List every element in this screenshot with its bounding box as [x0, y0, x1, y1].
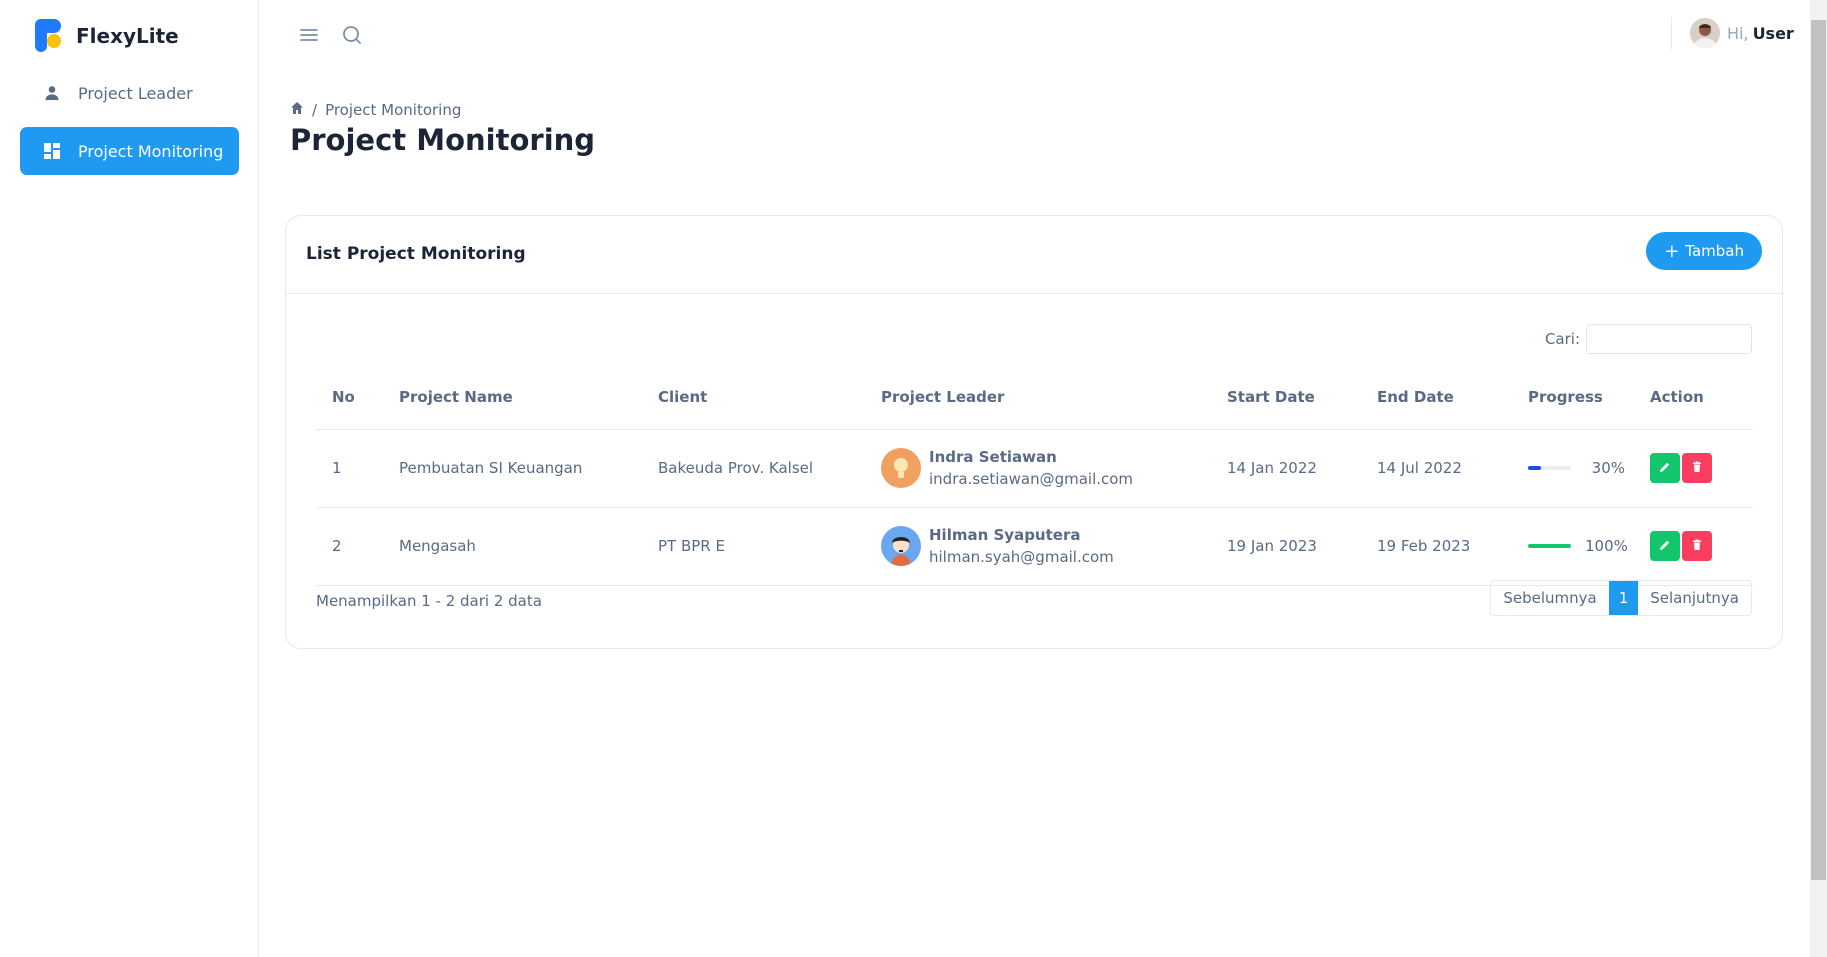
breadcrumb-current: Project Monitoring — [325, 101, 462, 119]
cell-progress: 30% — [1512, 429, 1634, 508]
column-header-project-name[interactable]: Project Name — [383, 366, 642, 430]
trash-icon — [1691, 537, 1703, 555]
page-title: Project Monitoring — [290, 123, 596, 157]
sidebar-item-project-monitoring[interactable]: Project Monitoring — [20, 127, 239, 175]
leader-name: Hilman Syaputera — [929, 526, 1081, 544]
sidebar: FlexyLite Project Leader Project Monitor… — [0, 0, 259, 957]
column-header-no[interactable]: No — [316, 366, 383, 430]
sidebar-item-label: Project Monitoring — [78, 141, 224, 161]
delete-button[interactable] — [1682, 453, 1712, 483]
column-header-end-date[interactable]: End Date — [1361, 366, 1512, 430]
cell-start-date: 14 Jan 2022 — [1211, 429, 1361, 508]
table-header-row: No Project Name Client Project Leader St… — [316, 366, 1753, 430]
cell-no: 2 — [316, 507, 383, 586]
search-input[interactable] — [1586, 324, 1752, 354]
leader-email: hilman.syah@gmail.com — [929, 548, 1114, 566]
column-header-project-leader[interactable]: Project Leader — [865, 366, 1211, 430]
cell-start-date: 19 Jan 2023 — [1211, 507, 1361, 586]
cell-action — [1634, 429, 1753, 508]
progress-bar — [1528, 544, 1571, 548]
table-row: 1 Pembuatan SI Keuangan Bakeuda Prov. Ka… — [316, 429, 1753, 508]
avatar — [881, 448, 921, 488]
pencil-icon — [1659, 459, 1671, 477]
dashboard-icon — [42, 141, 62, 161]
menu-icon[interactable] — [297, 23, 321, 47]
breadcrumb-separator: / — [312, 101, 318, 119]
person-icon — [42, 83, 62, 103]
project-table: No Project Name Client Project Leader St… — [316, 366, 1753, 586]
topbar: Hi, User — [260, 0, 1810, 70]
home-icon[interactable] — [290, 101, 304, 119]
avatar — [1690, 18, 1720, 48]
breadcrumb: / Project Monitoring — [290, 101, 461, 119]
search-icon[interactable] — [340, 23, 364, 47]
table-row: 2 Mengasah PT BPR E Hilman Syaputera hil… — [316, 507, 1753, 586]
sidebar-item-project-leader[interactable]: Project Leader — [20, 69, 239, 117]
project-card: List Project Monitoring + Tambah Cari: N… — [285, 215, 1783, 649]
edit-button[interactable] — [1650, 531, 1680, 561]
scrollbar-thumb[interactable] — [1811, 20, 1826, 880]
leader-name: Indra Setiawan — [929, 448, 1057, 466]
cell-client: Bakeuda Prov. Kalsel — [642, 429, 865, 508]
cell-end-date: 19 Feb 2023 — [1361, 507, 1512, 586]
cell-client: PT BPR E — [642, 507, 865, 586]
progress-bar — [1528, 466, 1571, 470]
leader-email: indra.setiawan@gmail.com — [929, 470, 1134, 488]
trash-icon — [1691, 459, 1703, 477]
cell-progress: 100% — [1512, 507, 1634, 586]
sidebar-item-label: Project Leader — [78, 83, 193, 103]
cell-end-date: 14 Jul 2022 — [1361, 429, 1512, 508]
user-name: User — [1752, 23, 1794, 43]
plus-icon: + — [1664, 240, 1680, 262]
card-title: List Project Monitoring — [306, 244, 526, 264]
avatar — [881, 526, 921, 566]
delete-button[interactable] — [1682, 531, 1712, 561]
add-button-label: Tambah — [1685, 242, 1744, 260]
cell-action — [1634, 507, 1753, 586]
edit-button[interactable] — [1650, 453, 1680, 483]
column-header-client[interactable]: Client — [642, 366, 865, 430]
progress-percent: 30% — [1591, 459, 1625, 477]
column-header-progress[interactable]: Progress — [1512, 366, 1634, 430]
cell-leader: Hilman Syaputera hilman.syah@gmail.com — [865, 507, 1211, 586]
brand-name: FlexyLite — [76, 23, 179, 48]
search-box: Cari: — [1545, 324, 1752, 354]
user-menu[interactable]: Hi, User — [1690, 18, 1794, 48]
progress-bar-fill — [1528, 544, 1571, 548]
cell-project-name: Mengasah — [383, 507, 642, 586]
add-button[interactable]: + Tambah — [1646, 232, 1762, 270]
progress-bar-fill — [1528, 466, 1541, 470]
pagination: Sebelumnya 1 Selanjutnya — [1490, 580, 1752, 616]
pencil-icon — [1659, 537, 1671, 555]
progress-percent: 100% — [1585, 537, 1628, 555]
cell-no: 1 — [316, 429, 383, 508]
pagination-next[interactable]: Selanjutnya — [1638, 581, 1751, 615]
brand[interactable]: FlexyLite — [35, 19, 179, 52]
cell-leader: Indra Setiawan indra.setiawan@gmail.com — [865, 429, 1211, 508]
card-header: List Project Monitoring + Tambah — [286, 216, 1782, 294]
table-info: Menampilkan 1 - 2 dari 2 data — [316, 592, 542, 610]
pagination-page[interactable]: 1 — [1608, 581, 1639, 615]
greeting: Hi, — [1727, 23, 1749, 43]
column-header-start-date[interactable]: Start Date — [1211, 366, 1361, 430]
search-label: Cari: — [1544, 330, 1580, 348]
column-header-action[interactable]: Action — [1634, 366, 1753, 430]
brand-logo-icon — [35, 19, 63, 52]
pagination-prev[interactable]: Sebelumnya — [1491, 581, 1608, 615]
cell-project-name: Pembuatan SI Keuangan — [383, 429, 642, 508]
topbar-divider — [1671, 17, 1672, 49]
